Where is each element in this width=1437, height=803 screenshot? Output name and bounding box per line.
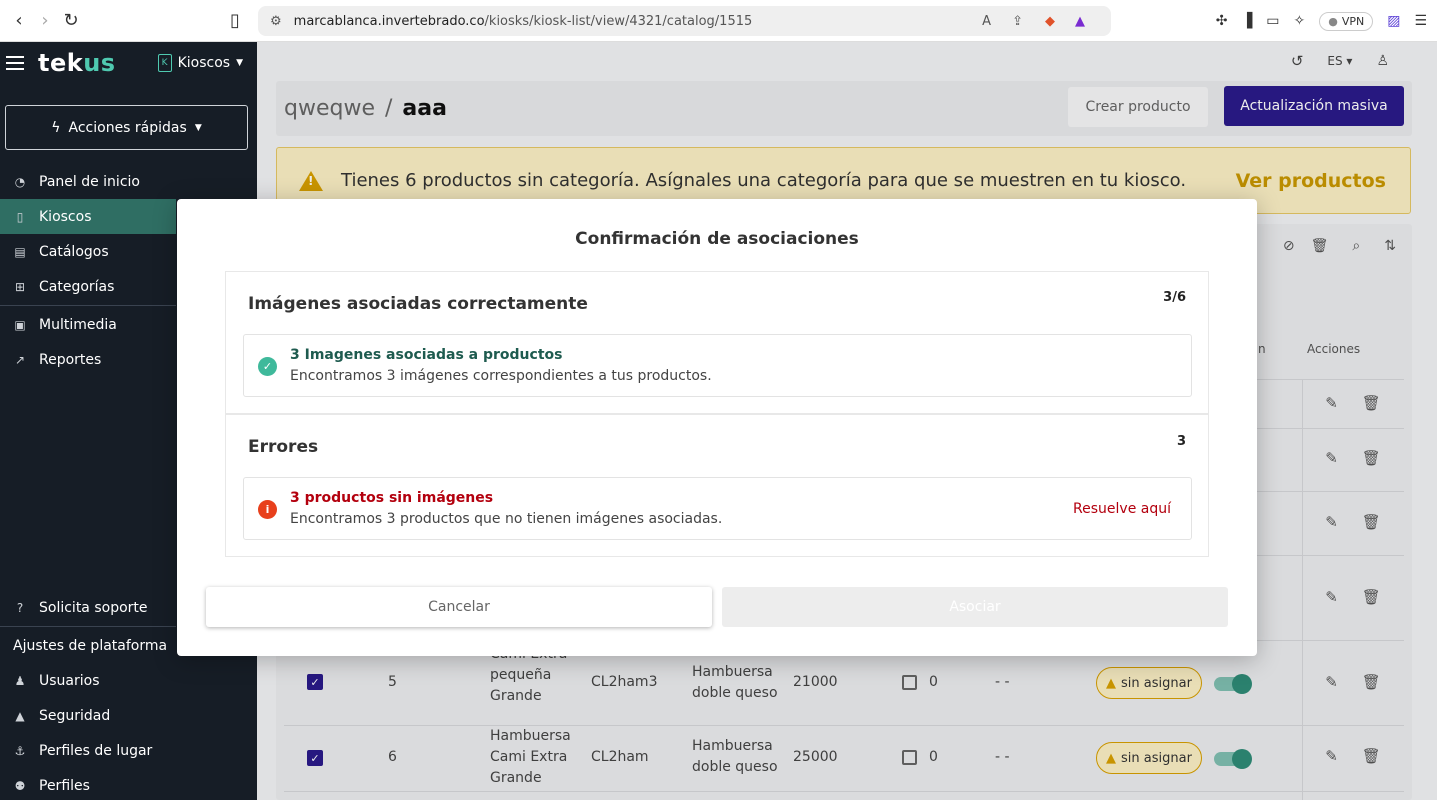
profile-switch-icon[interactable]: ▨	[1387, 13, 1400, 29]
nav-item-perfiles-lugar[interactable]: ⚓ Perfiles de lugar	[0, 733, 257, 768]
quick-actions-label: Acciones rápidas	[68, 119, 187, 136]
kiosk-icon: ▯	[16, 209, 24, 224]
kiosk-selector[interactable]: K Kioscos ▼	[157, 54, 244, 72]
nav-label: Solicita soporte	[39, 599, 148, 616]
browser-toolbar: ‹ › ↻ ▯ ⚙ marcablanca.invertebrado.co/ki…	[0, 0, 1437, 42]
address-bar[interactable]: ⚙ marcablanca.invertebrado.co/kiosks/kio…	[258, 6, 1111, 36]
dashboard-icon: ◔	[14, 174, 26, 189]
nav-divider	[0, 305, 176, 306]
help-icon: ?	[16, 600, 24, 615]
leo-ai-icon[interactable]: ✧	[1293, 13, 1305, 29]
caret-down-icon: ▼	[194, 122, 202, 133]
error-card-title: 3 productos sin imágenes	[290, 490, 494, 506]
logo-accent: us	[83, 49, 116, 77]
error-info-icon: i	[258, 500, 277, 519]
url-host: marcablanca.invertebrado.co	[293, 13, 485, 29]
vpn-label: VPN	[1341, 14, 1365, 28]
nav-label: Panel de inicio	[39, 173, 140, 190]
kiosk-selector-label: Kioscos	[177, 55, 231, 71]
nav-label: Usuarios	[39, 672, 100, 689]
nav-item-kioscos[interactable]: ▯ Kioscos	[0, 199, 176, 234]
wallet-icon[interactable]: ▭	[1266, 13, 1279, 29]
errors-section: Errores 3 i 3 productos sin imágenes Enc…	[225, 414, 1209, 557]
translate-icon[interactable]: A	[982, 14, 991, 29]
extensions-icon[interactable]: ✣	[1216, 13, 1228, 29]
resolve-here-link[interactable]: Resuelve aquí	[1073, 501, 1171, 517]
hamburger-menu-icon[interactable]	[6, 56, 24, 70]
errors-count: 3	[1176, 434, 1186, 449]
lock-icon: ▲	[15, 708, 25, 723]
nav-item-panel[interactable]: ◔ Panel de inicio	[0, 164, 257, 199]
check-circle-icon: ✓	[258, 357, 277, 376]
kiosk-brand-icon: K	[157, 54, 172, 72]
place-icon: ⚓	[14, 743, 26, 758]
chart-icon: ↗	[14, 352, 26, 367]
site-info-icon[interactable]: ⚙	[270, 14, 282, 29]
nav-item-perfiles[interactable]: ⚉ Perfiles	[0, 768, 257, 803]
nav-item-usuarios[interactable]: ♟ Usuarios	[0, 663, 257, 698]
cancel-button[interactable]: Cancelar	[206, 587, 712, 627]
nav-item-seguridad[interactable]: ▲ Seguridad	[0, 698, 257, 733]
categories-icon: ⊞	[14, 279, 26, 294]
url-path: /kiosks/kiosk-list/view/4321/catalog/151…	[484, 13, 753, 29]
error-card-description: Encontramos 3 productos que no tienen im…	[290, 511, 723, 527]
caret-down-icon: ▼	[236, 58, 244, 68]
error-card: i 3 productos sin imágenes Encontramos 3…	[243, 477, 1192, 540]
bookmark-icon[interactable]: ▯	[222, 8, 248, 34]
nav-label: Perfiles	[39, 777, 90, 794]
quick-actions-button[interactable]: ϟ Acciones rápidas ▼	[5, 105, 248, 150]
success-card-description: Encontramos 3 imágenes correspondientes …	[290, 368, 712, 384]
brave-shield-icon[interactable]: ◆	[1045, 14, 1055, 29]
nav-label: Seguridad	[39, 707, 111, 724]
sidebar-toggle-icon[interactable]: ▐	[1241, 13, 1252, 29]
association-confirmation-modal: Confirmación de asociaciones Imágenes as…	[177, 199, 1257, 656]
bolt-icon: ϟ	[51, 119, 61, 136]
success-heading: Imágenes asociadas correctamente	[248, 294, 588, 314]
success-count: 3/6	[1163, 290, 1186, 305]
reload-icon[interactable]: ↻	[58, 8, 84, 34]
brave-rewards-icon[interactable]: ▲	[1075, 14, 1085, 29]
nav-label: Reportes	[39, 351, 102, 368]
success-card-title: 3 Imagenes asociadas a productos	[290, 347, 563, 363]
nav-label: Kioscos	[39, 208, 92, 225]
share-icon[interactable]: ⇪	[1012, 14, 1023, 29]
media-icon: ▣	[14, 317, 26, 332]
book-icon: ▤	[14, 244, 26, 259]
logo-main: tek	[38, 49, 84, 77]
modal-title: Confirmación de asociaciones	[575, 229, 859, 249]
back-icon[interactable]: ‹	[6, 8, 32, 34]
menu-icon[interactable]: ☰	[1414, 13, 1427, 29]
nav-label: Multimedia	[39, 316, 117, 333]
vpn-button[interactable]: ● VPN	[1319, 11, 1374, 31]
forward-icon[interactable]: ›	[32, 8, 58, 34]
nav-divider	[0, 626, 176, 627]
associate-button[interactable]: Asociar	[722, 587, 1228, 627]
users-icon: ♟	[14, 673, 26, 688]
success-section: Imágenes asociadas correctamente 3/6 ✓ 3…	[225, 271, 1209, 414]
nav-label: Categorías	[39, 278, 115, 295]
success-card: ✓ 3 Imagenes asociadas a productos Encon…	[243, 334, 1192, 397]
profile-icon: ⚉	[14, 778, 26, 793]
nav-label: Catálogos	[39, 243, 109, 260]
errors-heading: Errores	[248, 437, 319, 457]
nav-label: Perfiles de lugar	[39, 742, 153, 759]
tekus-logo[interactable]: tekus	[38, 49, 116, 77]
